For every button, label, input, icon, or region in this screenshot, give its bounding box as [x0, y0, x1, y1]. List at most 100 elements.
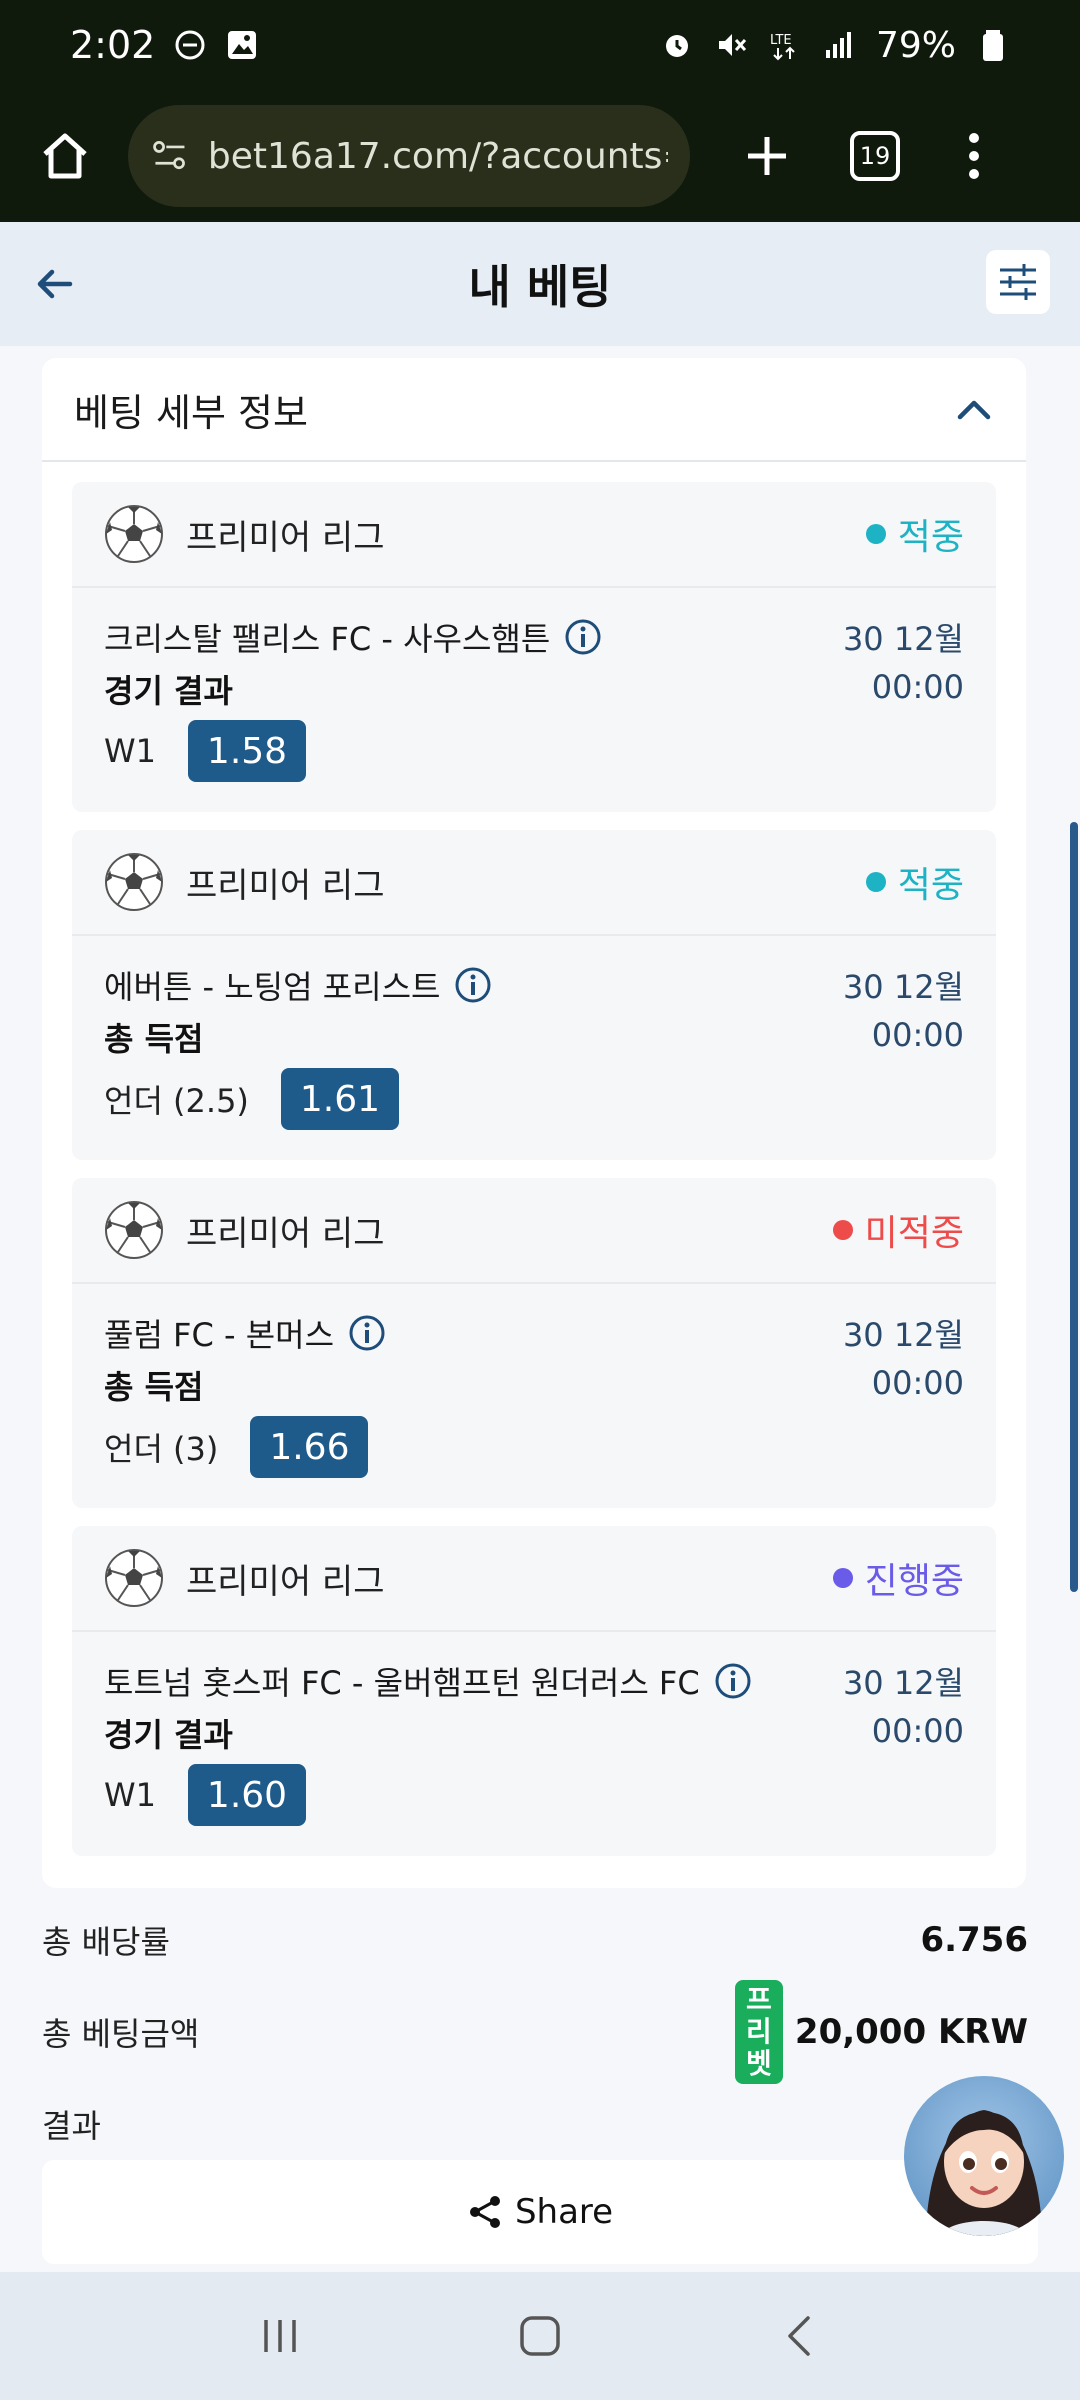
match-time: 00:00: [871, 1016, 964, 1054]
match-time: 00:00: [871, 668, 964, 706]
market-name: 경기 결과: [104, 1716, 233, 1754]
info-icon[interactable]: [564, 618, 602, 656]
selection: W1: [104, 732, 156, 770]
battery-icon: [983, 30, 1003, 61]
status-text: 적중: [897, 865, 964, 906]
bet-item: 프리미어 리그 적중 에버튼 - 노팅엄 포리스트 총 득점 언더 (2.5) …: [72, 830, 996, 1160]
image-icon: [228, 31, 257, 59]
soccer-ball-icon: [105, 1201, 163, 1259]
total-odds-row: 총 배당률 6.756: [42, 1908, 1028, 1972]
bet-status: 적중: [865, 856, 964, 908]
total-odds-value: 6.756: [920, 1920, 1028, 1960]
share-label: Share: [514, 2192, 614, 2232]
arrow-left-icon: [37, 269, 73, 299]
selection: 언더 (3): [104, 1430, 219, 1468]
tab-switcher-button[interactable]: 19: [850, 131, 900, 181]
odds-badge: 1.60: [188, 1764, 306, 1826]
status-dot: [832, 1220, 853, 1240]
more-vert-icon: [969, 133, 979, 179]
signal-icon: [825, 32, 851, 58]
match-name: 에버튼 - 노팅엄 포리스트: [104, 968, 441, 1006]
status-dot: [865, 524, 886, 544]
match-name: 크리스탈 팰리스 FC - 사우스햄튼: [104, 620, 551, 658]
recent-apps-icon: [264, 2320, 296, 2352]
league-name: 프리미어 리그: [186, 865, 385, 906]
odds-badge: 1.61: [280, 1068, 399, 1130]
svg-text:LTE: LTE: [770, 33, 792, 48]
bet-item: 프리미어 리그 미적중 풀럼 FC - 본머스 총 득점 언더 (3) 1.66…: [72, 1178, 996, 1508]
soccer-ball-icon: [105, 505, 163, 563]
match-name: 토트넘 홋스퍼 FC - 울버햄프턴 원더러스 FC: [104, 1664, 700, 1702]
status-text: 진행중: [864, 1561, 964, 1602]
share-icon: [469, 2196, 500, 2228]
status-text: 미적중: [864, 1213, 964, 1254]
result-label: 결과: [42, 2107, 101, 2145]
recent-apps-button[interactable]: [240, 2296, 320, 2376]
bet-status: 적중: [865, 508, 964, 560]
total-stake-label: 총 베팅금액: [42, 2015, 200, 2053]
total-odds-label: 총 배당률: [42, 1923, 170, 1961]
back-nav-button[interactable]: [760, 2296, 840, 2376]
bet-details-header[interactable]: 베팅 세부 정보: [42, 358, 1026, 462]
total-stake-value: 20,000 KRW: [794, 2012, 1028, 2052]
battery-percent: 79%: [875, 24, 956, 66]
scrollbar[interactable]: [1070, 822, 1078, 1592]
match-name: 풀럼 FC - 본머스: [104, 1316, 335, 1354]
address-bar[interactable]: bet16a17.com/?accounts=9: [128, 105, 690, 207]
selection: 언더 (2.5): [104, 1082, 249, 1120]
soccer-ball-icon: [105, 1549, 163, 1607]
freebet-char: 리: [746, 2015, 772, 2048]
home-icon: [43, 133, 87, 179]
freebet-char: 벳: [746, 2047, 772, 2080]
app-header: 내 베팅: [0, 222, 1080, 346]
bet-item: 프리미어 리그 진행중 토트넘 홋스퍼 FC - 울버햄프턴 원더러스 FC 경…: [72, 1526, 996, 1856]
info-icon[interactable]: [714, 1662, 752, 1700]
back-button[interactable]: [24, 254, 84, 314]
bet-details-title: 베팅 세부 정보: [74, 390, 308, 435]
status-dot: [832, 1568, 853, 1588]
info-icon[interactable]: [454, 966, 492, 1004]
bet-details-card: 베팅 세부 정보 프리미어 리그 적중 크리스탈 팰리스 FC - 사우스햄튼: [42, 358, 1026, 1888]
market-name: 경기 결과: [104, 672, 233, 710]
do-not-disturb-icon: [175, 30, 205, 60]
status-bar: 2:02 LTE 79%: [0, 0, 1080, 90]
league-name: 프리미어 리그: [186, 1561, 385, 1602]
selection: W1: [104, 1776, 156, 1814]
chevron-up-icon[interactable]: [954, 389, 994, 429]
market-name: 총 득점: [104, 1368, 204, 1406]
market-name: 총 득점: [104, 1020, 204, 1058]
sliders-icon: [1000, 264, 1036, 300]
assistant-face-icon: [926, 2110, 1042, 2236]
home-nav-button[interactable]: [500, 2296, 580, 2376]
alarm-icon: [665, 35, 688, 57]
filter-button[interactable]: [986, 250, 1050, 314]
match-time: 00:00: [871, 1712, 964, 1750]
odds-badge: 1.58: [188, 720, 306, 782]
browser-menu-button[interactable]: [954, 121, 994, 191]
chat-assistant-avatar[interactable]: [904, 2076, 1064, 2236]
site-settings-icon[interactable]: [150, 134, 190, 178]
league-name: 프리미어 리그: [186, 1213, 385, 1254]
home-button[interactable]: [30, 121, 100, 191]
match-date: 30 12월: [842, 620, 964, 658]
new-tab-button[interactable]: [732, 121, 802, 191]
page-title: 내 베팅: [468, 260, 612, 314]
status-dot: [865, 872, 886, 892]
bet-details-page[interactable]: 베팅 세부 정보 프리미어 리그 적중 크리스탈 팰리스 FC - 사우스햄튼: [0, 346, 1080, 2272]
league-name: 프리미어 리그: [186, 517, 385, 558]
bet-item: 프리미어 리그 적중 크리스탈 팰리스 FC - 사우스햄튼 경기 결과 W1 …: [72, 482, 996, 812]
soccer-ball-icon: [105, 853, 163, 911]
url-text: bet16a17.com/?accounts=9: [207, 135, 668, 177]
result-row: 결과: [42, 2092, 1028, 2156]
plus-icon: [748, 137, 786, 175]
freebet-char: 프: [746, 1983, 772, 2016]
share-button[interactable]: Share: [42, 2160, 1038, 2264]
system-nav-bar: [0, 2272, 1080, 2400]
match-time: 00:00: [871, 1364, 964, 1402]
match-date: 30 12월: [842, 968, 964, 1006]
bet-status: 진행중: [832, 1552, 964, 1604]
match-date: 30 12월: [842, 1316, 964, 1354]
info-icon[interactable]: [348, 1314, 386, 1352]
browser-toolbar: bet16a17.com/?accounts=9 19: [0, 90, 1080, 222]
chevron-left-icon: [788, 2316, 810, 2356]
